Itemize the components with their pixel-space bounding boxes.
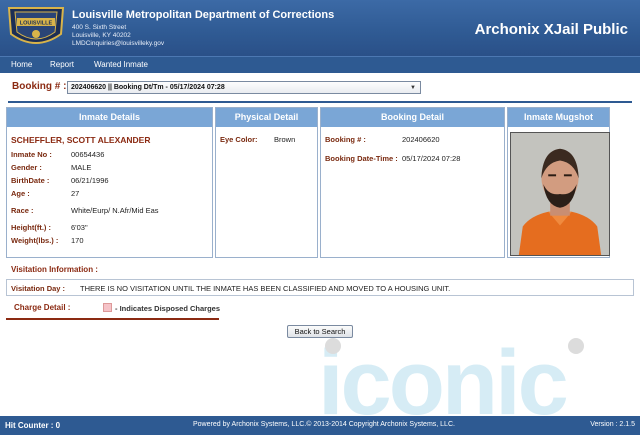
gender-value: MALE [71, 163, 92, 172]
race-value: White/Eurp/ N.Afr/Mid Eas [71, 206, 159, 215]
booking-detail-header: Booking Detail [321, 108, 504, 127]
visitation-title: Visitation Information : [11, 265, 98, 274]
charge-divider [6, 318, 219, 320]
booking-no-label: Booking # : [325, 135, 366, 144]
age-label: Age : [11, 189, 30, 198]
inmate-mugshot-image [510, 132, 610, 256]
powered-by: Powered by Archonix Systems, LLC.© 2013-… [193, 421, 455, 428]
disposed-charge-legend: - Indicates Disposed Charges [115, 304, 221, 313]
race-label: Race : [11, 206, 34, 215]
booking-select-value: 202406620 || Booking Dt/Tm - 05/17/2024 … [71, 84, 225, 91]
booking-datetime-label: Booking Date-Time : [325, 154, 398, 163]
birthdate-value: 06/21/1996 [71, 176, 109, 185]
contact-email: LMDCinquiries@louisvilleky.gov [72, 40, 165, 47]
version-label: Version : 2.1.5 [590, 421, 635, 428]
address-line2: Louisville, KY 40202 [72, 32, 131, 39]
mugshot-header: Inmate Mugshot [508, 108, 609, 127]
address-line1: 400 S. Sixth Street [72, 24, 127, 31]
physical-detail-panel: Physical Detail Eye Color: Brown [215, 107, 318, 258]
visitation-box: Visitation Day : THERE IS NO VISITATION … [6, 279, 634, 296]
svg-text:iconic: iconic [318, 336, 567, 416]
lmdc-badge-logo: LOUISVILLE [7, 7, 65, 44]
visitation-day-label: Visitation Day : [11, 284, 66, 293]
inmate-no-label: Inmate No : [11, 150, 52, 159]
site-footer: Hit Counter : 0 Powered by Archonix Syst… [0, 416, 640, 435]
org-name: Louisville Metropolitan Department of Co… [72, 9, 335, 21]
app-title: Archonix XJail Public [474, 21, 628, 38]
nav-wanted-inmate[interactable]: Wanted Inmate [94, 60, 148, 69]
site-header: LOUISVILLE Louisville Metropolitan Depar… [0, 0, 640, 56]
booking-select[interactable]: 202406620 || Booking Dt/Tm - 05/17/2024 … [67, 81, 421, 94]
eye-color-label: Eye Color: [220, 135, 258, 144]
visitation-day-value: THERE IS NO VISITATION UNTIL THE INMATE … [80, 284, 451, 293]
physical-detail-header: Physical Detail [216, 108, 317, 127]
mugshot-panel: Inmate Mugshot [507, 107, 610, 258]
age-value: 27 [71, 189, 80, 198]
nav-report[interactable]: Report [50, 60, 74, 69]
charge-detail-title: Charge Detail : [14, 303, 71, 312]
inmate-name: SCHEFFLER, SCOTT ALEXANDER [11, 135, 151, 145]
weight-value: 170 [71, 236, 84, 245]
disposed-charge-swatch [103, 303, 112, 312]
gender-label: Gender : [11, 163, 42, 172]
booking-no-value: 202406620 [402, 135, 440, 144]
booking-detail-panel: Booking Detail Booking # : 202406620 Boo… [320, 107, 505, 258]
inmate-details-header: Inmate Details [7, 108, 212, 127]
divider [8, 101, 632, 103]
main-nav: Home Report Wanted Inmate [0, 56, 640, 73]
eye-color-value: Brown [274, 135, 296, 144]
inmate-details-panel: Inmate Details SCHEFFLER, SCOTT ALEXANDE… [6, 107, 213, 258]
nav-home[interactable]: Home [11, 60, 32, 69]
svg-text:LOUISVILLE: LOUISVILLE [20, 21, 53, 27]
height-value: 6'03" [71, 223, 88, 232]
inmate-no-value: 00654436 [71, 150, 105, 159]
chevron-down-icon: ▼ [410, 85, 416, 91]
birthdate-label: BirthDate : [11, 176, 50, 185]
weight-label: Weight(lbs.) : [11, 236, 59, 245]
height-label: Height(ft.) : [11, 223, 51, 232]
hit-counter: Hit Counter : 0 [5, 421, 61, 430]
booking-datetime-value: 05/17/2024 07:28 [402, 154, 461, 163]
iconic-watermark: iconic [318, 336, 584, 416]
booking-label: Booking # : [12, 81, 67, 92]
